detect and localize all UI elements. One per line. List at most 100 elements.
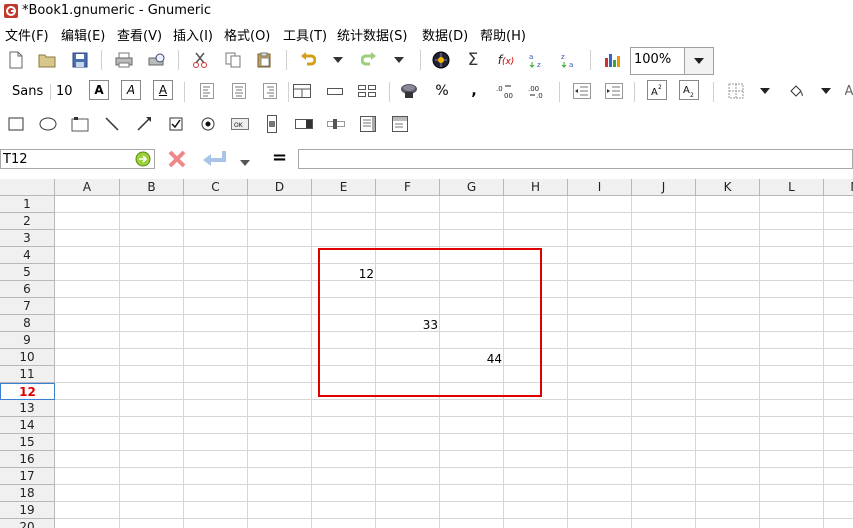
borders-dropdown-icon[interactable]: [754, 80, 776, 102]
font-color-icon[interactable]: A: [845, 80, 853, 102]
percent-format-button[interactable]: %: [431, 80, 453, 102]
row-header-3[interactable]: 3: [0, 230, 55, 247]
list-tool-icon[interactable]: [357, 113, 379, 135]
menu-insert[interactable]: 插入(I): [173, 25, 213, 44]
row-header-17[interactable]: 17: [0, 468, 55, 485]
undo-icon[interactable]: [297, 49, 319, 71]
formula-input[interactable]: [298, 149, 853, 169]
cut-icon[interactable]: [189, 49, 211, 71]
font-size[interactable]: 10: [56, 84, 73, 99]
row-header-10[interactable]: 10: [0, 349, 55, 366]
accept-edit-icon[interactable]: [200, 148, 228, 173]
formula-dropdown-icon[interactable]: [240, 155, 250, 169]
zoom-dropdown-button[interactable]: [684, 47, 714, 75]
italic-button[interactable]: A: [121, 80, 141, 100]
open-file-icon[interactable]: [36, 49, 58, 71]
superscript-icon[interactable]: A2: [647, 80, 667, 100]
arrow-tool-icon[interactable]: [133, 113, 155, 135]
column-header-c[interactable]: C: [184, 179, 248, 196]
row-header-18[interactable]: 18: [0, 485, 55, 502]
row-header-8[interactable]: 8: [0, 315, 55, 332]
menu-tools[interactable]: 工具(T): [283, 25, 327, 44]
row-header-15[interactable]: 15: [0, 434, 55, 451]
row-header-1[interactable]: 1: [0, 196, 55, 213]
column-header-g[interactable]: G: [440, 179, 504, 196]
redo-icon[interactable]: [358, 49, 380, 71]
ellipse-tool-icon[interactable]: [37, 113, 59, 135]
decrease-decimals-icon[interactable]: .00.0: [527, 80, 549, 102]
center-across-icon[interactable]: [324, 80, 346, 102]
redo-dropdown-icon[interactable]: [388, 49, 410, 71]
undo-dropdown-icon[interactable]: [327, 49, 349, 71]
column-header-a[interactable]: A: [55, 179, 120, 196]
rectangle-tool-icon[interactable]: [5, 113, 27, 135]
row-header-11[interactable]: 11: [0, 366, 55, 383]
chart-icon[interactable]: [602, 49, 624, 71]
line-tool-icon[interactable]: [101, 113, 123, 135]
menu-data[interactable]: 数据(D): [422, 25, 468, 44]
cancel-edit-icon[interactable]: [166, 148, 188, 173]
new-file-icon[interactable]: [5, 49, 27, 71]
font-name[interactable]: Sans: [12, 84, 43, 99]
decrease-indent-icon[interactable]: [571, 80, 593, 102]
sort-ascending-icon[interactable]: az: [526, 49, 548, 71]
hyperlink-icon[interactable]: [430, 49, 452, 71]
fill-color-dropdown-icon[interactable]: [815, 80, 837, 102]
increase-indent-icon[interactable]: [603, 80, 625, 102]
align-right-icon[interactable]: [259, 80, 281, 102]
function-icon[interactable]: f(x): [495, 49, 517, 71]
copy-icon[interactable]: [222, 49, 244, 71]
increase-decimals-icon[interactable]: .0 00: [495, 80, 517, 102]
goto-cell-icon[interactable]: [134, 151, 152, 170]
menu-file[interactable]: 文件(F): [5, 25, 49, 44]
bold-button[interactable]: A: [89, 80, 109, 100]
combo-tool-icon[interactable]: [389, 113, 411, 135]
row-header-16[interactable]: 16: [0, 451, 55, 468]
column-header-k[interactable]: K: [696, 179, 760, 196]
frame-tool-icon[interactable]: [69, 113, 91, 135]
underline-button[interactable]: A: [153, 80, 173, 100]
fill-color-icon[interactable]: [785, 80, 807, 102]
borders-icon[interactable]: [725, 80, 747, 102]
column-header-d[interactable]: D: [248, 179, 312, 196]
column-header-m[interactable]: M: [824, 179, 853, 196]
slider-tool-icon[interactable]: [325, 113, 347, 135]
print-icon[interactable]: [113, 49, 135, 71]
paste-icon[interactable]: [253, 49, 275, 71]
row-header-7[interactable]: 7: [0, 298, 55, 315]
save-icon[interactable]: [69, 49, 91, 71]
column-header-j[interactable]: J: [632, 179, 696, 196]
select-all-corner[interactable]: [0, 179, 55, 196]
menu-help[interactable]: 帮助(H): [480, 25, 526, 44]
cell-reference[interactable]: T12: [3, 152, 27, 167]
split-cells-icon[interactable]: [356, 80, 378, 102]
checkbox-tool-icon[interactable]: [165, 113, 187, 135]
sum-icon[interactable]: Σ: [462, 49, 484, 71]
row-header-9[interactable]: 9: [0, 332, 55, 349]
thousands-separator-button[interactable]: ,: [463, 80, 485, 102]
currency-format-icon[interactable]: [399, 80, 421, 102]
equals-button[interactable]: =: [272, 147, 287, 168]
sort-descending-icon[interactable]: za: [558, 49, 580, 71]
subscript-icon[interactable]: A2: [679, 80, 699, 100]
row-header-4[interactable]: 4: [0, 247, 55, 264]
row-header-6[interactable]: 6: [0, 281, 55, 298]
radio-button-tool-icon[interactable]: [197, 113, 219, 135]
menu-format[interactable]: 格式(O): [224, 25, 270, 44]
scrollbar-tool-icon[interactable]: [261, 113, 283, 135]
row-header-2[interactable]: 2: [0, 213, 55, 230]
column-header-i[interactable]: I: [568, 179, 632, 196]
print-preview-icon[interactable]: [146, 49, 168, 71]
column-header-f[interactable]: F: [376, 179, 440, 196]
menu-view[interactable]: 查看(V): [117, 25, 162, 44]
button-tool-icon[interactable]: OK: [229, 113, 251, 135]
row-header-12[interactable]: 12: [0, 383, 55, 400]
column-header-h[interactable]: H: [504, 179, 568, 196]
row-header-20[interactable]: 20: [0, 519, 55, 528]
menu-statistics[interactable]: 统计数据(S): [337, 25, 407, 44]
row-header-14[interactable]: 14: [0, 417, 55, 434]
row-header-5[interactable]: 5: [0, 264, 55, 281]
menu-edit[interactable]: 编辑(E): [61, 25, 105, 44]
zoom-value[interactable]: 100%: [634, 52, 671, 67]
merge-cells-icon[interactable]: [291, 80, 313, 102]
